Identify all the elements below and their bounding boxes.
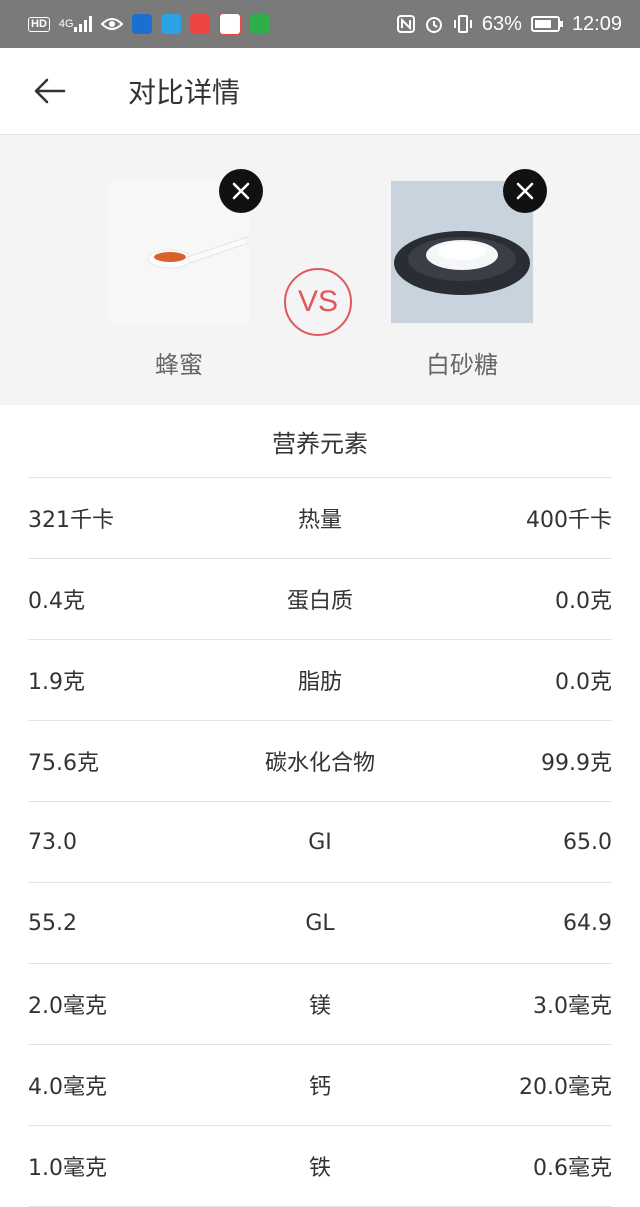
left-value: 73.0 [28,829,77,855]
alarm-icon [424,14,444,34]
right-value: 20.0毫克 [519,1075,612,1100]
nfc-icon [396,15,415,33]
food-item-left[interactable]: 蜂蜜 [108,181,250,380]
close-icon [232,182,250,200]
close-icon [516,182,534,200]
battery-icon [530,15,563,33]
nutrient-name: 碳水化合物 [264,751,375,776]
left-value: 4.0毫克 [28,1075,107,1100]
nutrient-name: GI [308,829,332,855]
nutrient-name: GL [305,910,335,936]
news-app-icon [189,14,210,34]
status-bar-left: HD 4G [28,13,270,35]
page-title: 对比详情 [128,76,241,109]
remove-left-button[interactable] [219,169,263,213]
right-value: 64.9 [563,910,612,936]
compare-panel: 蜂蜜 VS 白砂糖 [0,135,640,405]
left-value: 2.0毫克 [28,994,107,1019]
back-button[interactable] [0,48,100,134]
clock-time: 12:09 [571,12,622,35]
back-arrow-icon [34,78,66,104]
left-value: 55.2 [28,910,77,936]
table-row: 75.6克 碳水化合物 99.9克 [28,721,612,802]
eye-icon [100,16,123,32]
nutrient-name: 热量 [297,508,342,533]
table-row: 2.0毫克 镁 3.0毫克 [28,964,612,1045]
table-row: 55.2 GL 64.9 [28,883,612,964]
right-value: 3.0毫克 [533,994,612,1019]
left-value: 0.4克 [28,589,85,614]
status-bar-right: 63% 12:09 [396,12,622,36]
network-type: 4G [58,18,74,30]
signal-icon: 4G [59,16,92,32]
table-row: 73.0 GI 65.0 [28,802,612,883]
right-value: 400千卡 [526,508,612,533]
left-value: 1.9克 [28,670,85,695]
right-value: 99.9克 [541,751,612,776]
hd-icon: HD [28,16,50,32]
right-value: 0.6毫克 [533,1156,612,1181]
nutrient-name: 钙 [308,1075,331,1100]
nutrient-name: 镁 [308,994,331,1019]
nutrient-name: 脂肪 [297,670,342,695]
status-bar: HD 4G 63% 12:09 [0,0,640,48]
right-value: 0.0克 [555,670,612,695]
table-row: 1.9克 脂肪 0.0克 [28,640,612,721]
nutrient-name: 蛋白质 [286,589,353,614]
table-row: 321千卡 热量 400千卡 [28,478,612,559]
battery-percent: 63% [481,12,522,35]
wave-app-icon [160,14,181,34]
vibrate-icon [453,14,473,34]
food-name-left: 蜂蜜 [155,351,203,379]
nutrient-name: 铁 [308,1156,331,1181]
green-app-icon [249,14,270,34]
text-app-icon [218,13,241,35]
nutrition-table: 321千卡 热量 400千卡 0.4克 蛋白质 0.0克 1.9克 脂肪 0.0… [0,478,640,1207]
shield-app-icon [131,14,152,34]
remove-right-button[interactable] [503,169,547,213]
right-value: 0.0克 [555,589,612,614]
nutrition-title: 营养元素 [28,405,612,478]
left-value: 1.0毫克 [28,1156,107,1181]
table-row: 0.4克 蛋白质 0.0克 [28,559,612,640]
left-value: 75.6克 [28,751,99,776]
right-value: 65.0 [563,829,612,855]
table-row: 1.0毫克 铁 0.6毫克 [28,1126,612,1207]
left-value: 321千卡 [28,508,114,533]
food-name-right: 白砂糖 [426,351,498,379]
food-item-right[interactable]: 白砂糖 [391,181,533,380]
header-bar: 对比详情 [0,48,640,135]
vs-badge: VS [284,268,352,336]
table-row: 4.0毫克 钙 20.0毫克 [28,1045,612,1126]
